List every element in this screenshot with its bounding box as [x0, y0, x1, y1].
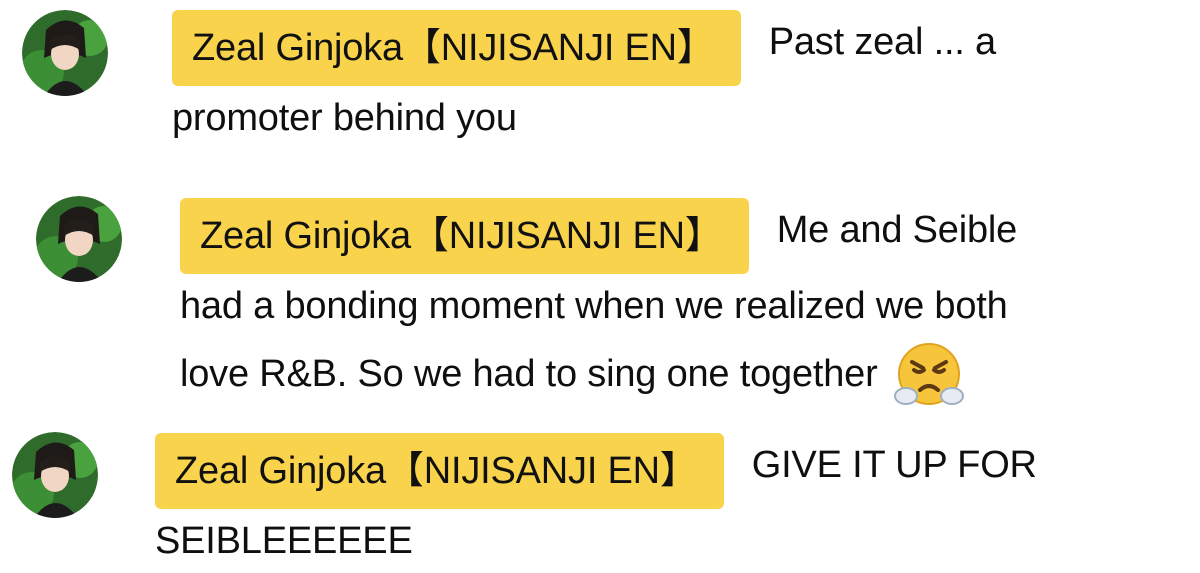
avatar-image [22, 10, 108, 96]
avatar-image [36, 196, 122, 282]
author-name: Zeal Ginjoka【NIJISANJI EN】 [200, 215, 723, 257]
author-name-chip[interactable]: Zeal Ginjoka【NIJISANJI EN】 [155, 433, 724, 509]
author-avatar[interactable] [36, 196, 122, 282]
author-name: Zeal Ginjoka【NIJISANJI EN】 [192, 27, 715, 69]
author-name-chip[interactable]: Zeal Ginjoka【NIJISANJI EN】 [172, 10, 741, 86]
message-text-block: Zeal Ginjoka【NIJISANJI EN】 Past zeal ... … [172, 10, 1182, 150]
message-text: SEIBLEEEEEE [155, 520, 413, 562]
author-avatar[interactable] [12, 432, 98, 518]
message-text: Past zeal ... a [768, 21, 996, 63]
message-text: GIVE IT UP FOR [751, 444, 1037, 486]
message-text: promoter behind you [172, 97, 517, 139]
message-text: Me and Seible [776, 209, 1018, 251]
message-text-line: love R&B. So we had to sing one together [180, 338, 1190, 412]
message-text: love R&B. So we had to sing one together [180, 353, 878, 395]
message-text: had a bonding moment when we realized we… [180, 285, 1008, 327]
author-name-chip[interactable]: Zeal Ginjoka【NIJISANJI EN】 [180, 198, 749, 274]
message-text-block: Zeal Ginjoka【NIJISANJI EN】 Me and Seible … [180, 198, 1190, 412]
author-name: Zeal Ginjoka【NIJISANJI EN】 [175, 450, 698, 492]
author-avatar[interactable] [22, 10, 108, 96]
face-with-steam-from-nose-emoji [893, 343, 964, 405]
avatar-image [12, 432, 98, 518]
message-text-block: Zeal Ginjoka【NIJISANJI EN】 GIVE IT UP FOR… [155, 433, 1165, 573]
